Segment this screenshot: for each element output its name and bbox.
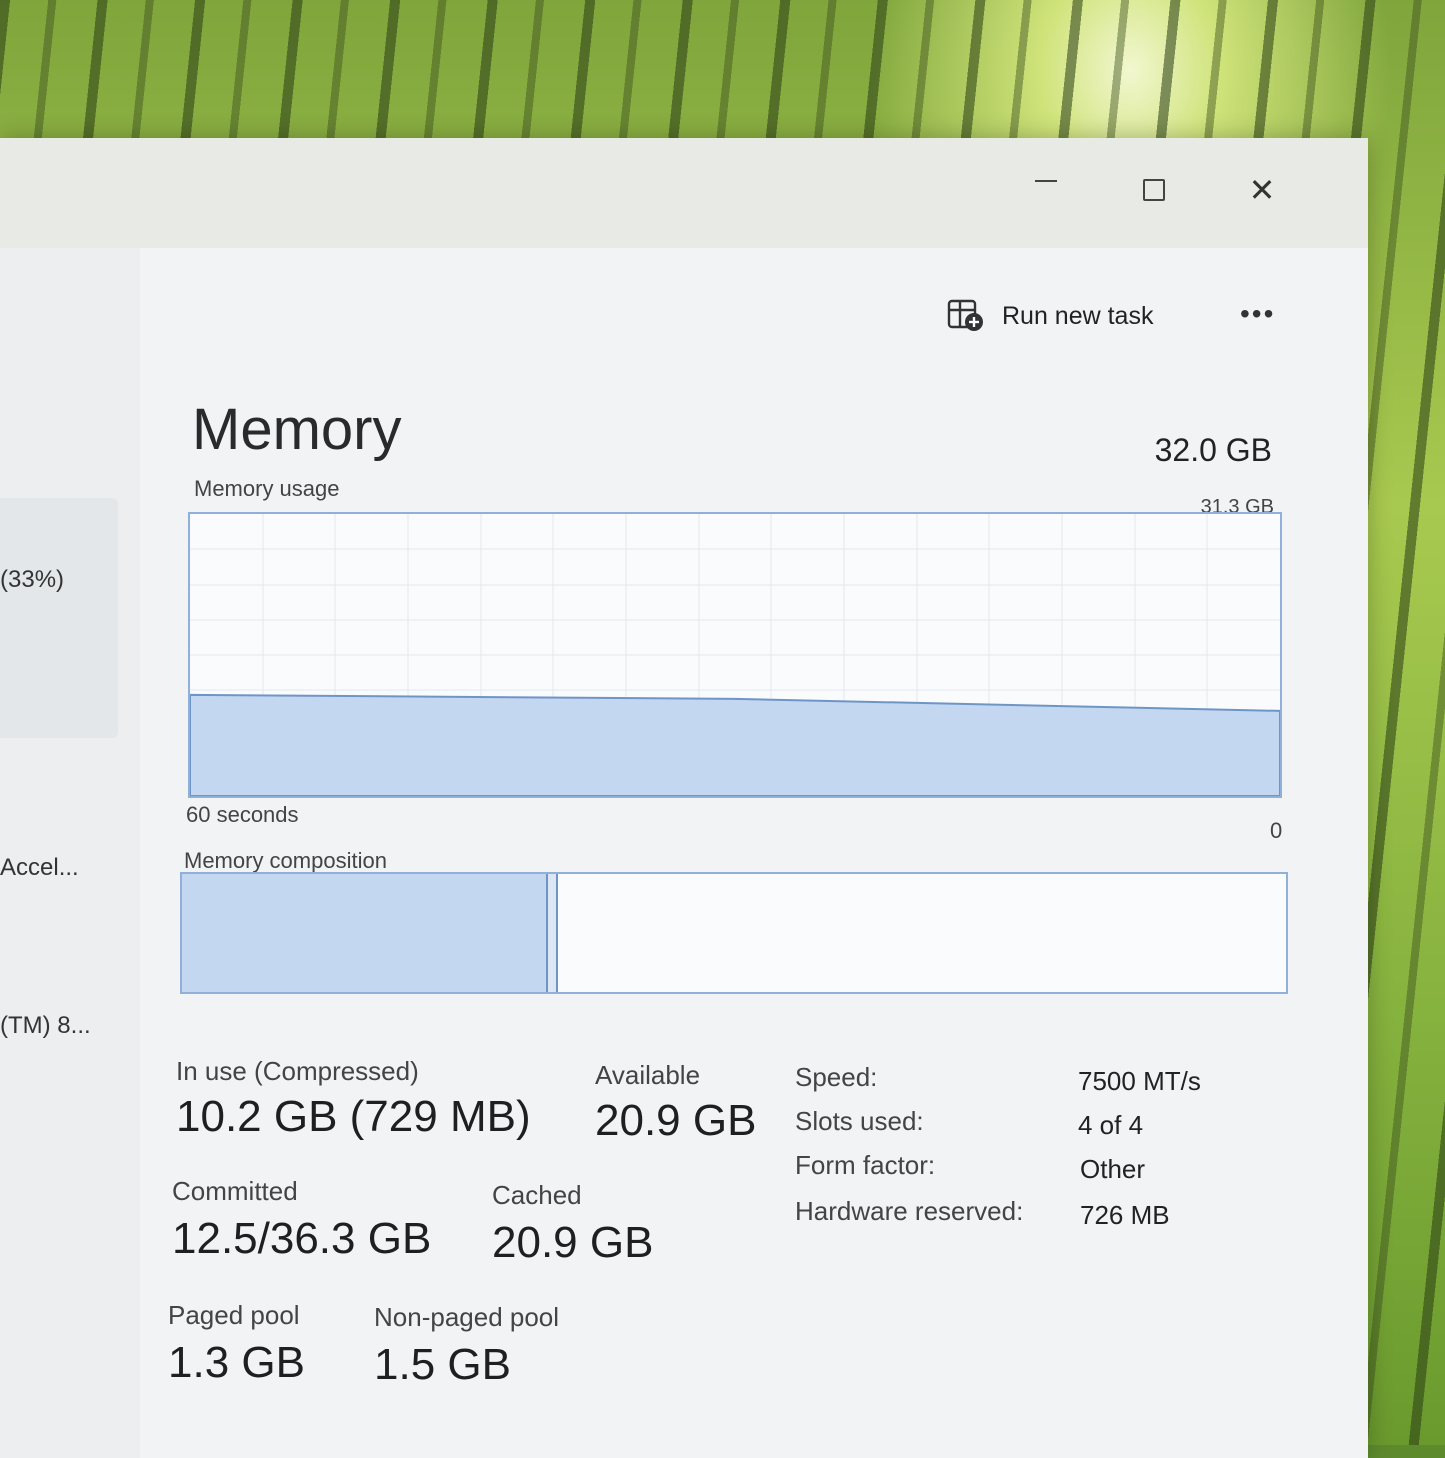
form-factor-label: Form factor:: [795, 1150, 936, 1180]
in-use-value: 10.2 GB (729 MB): [176, 1092, 531, 1141]
slots-used-value: 4 of 4: [1078, 1110, 1144, 1140]
composition-in-use-segment[interactable]: [182, 874, 548, 992]
sidebar-item-cpu-model[interactable]: (TM) 8...: [0, 1012, 91, 1040]
close-icon: ✕: [1248, 172, 1276, 208]
memory-usage-graph: [188, 512, 1282, 798]
maximize-button[interactable]: [1124, 164, 1184, 216]
memory-panel: Run new task ••• Memory 32.0 GB Memory u…: [140, 248, 1368, 1458]
task-manager-window: ✕ (33%) Accel... (TM) 8... Run new task …: [0, 138, 1368, 1458]
run-new-task-label: Run new task: [1002, 301, 1154, 330]
minimize-icon: [1035, 180, 1057, 182]
performance-sidebar: (33%) Accel... (TM) 8...: [0, 248, 140, 1458]
sidebar-item-memory[interactable]: [0, 498, 118, 738]
memory-usage-area: [190, 693, 1280, 796]
memory-usage-label: Memory usage: [194, 476, 340, 501]
title-bar[interactable]: ✕: [0, 138, 1368, 248]
memory-composition-label: Memory composition: [184, 848, 387, 873]
run-new-task-button[interactable]: Run new task: [946, 294, 1153, 338]
non-paged-pool-label: Non-paged pool: [374, 1302, 560, 1332]
minimize-button[interactable]: [1016, 164, 1076, 216]
page-title: Memory: [192, 397, 402, 462]
slots-used-label: Slots used:: [795, 1106, 924, 1136]
total-memory: 32.0 GB: [1154, 432, 1272, 468]
more-options-button[interactable]: •••: [1240, 298, 1275, 330]
close-button[interactable]: ✕: [1232, 164, 1292, 216]
paged-pool-label: Paged pool: [168, 1300, 300, 1330]
composition-modified-segment[interactable]: [548, 874, 558, 992]
form-factor-value: Other: [1080, 1154, 1146, 1184]
graph-zero-label: 0: [1270, 818, 1283, 843]
hardware-reserved-value: 726 MB: [1080, 1200, 1170, 1230]
speed-value: 7500 MT/s: [1078, 1066, 1201, 1096]
committed-label: Committed: [172, 1176, 298, 1206]
in-use-label: In use (Compressed): [176, 1056, 419, 1086]
non-paged-pool-value: 1.5 GB: [374, 1340, 511, 1389]
sidebar-item-memory-percent[interactable]: (33%): [0, 566, 64, 594]
cached-label: Cached: [492, 1180, 582, 1210]
cached-value: 20.9 GB: [492, 1218, 654, 1267]
available-value: 20.9 GB: [595, 1096, 757, 1145]
available-label: Available: [595, 1060, 701, 1090]
graph-time-label: 60 seconds: [186, 802, 299, 827]
maximize-icon: [1143, 179, 1165, 201]
speed-label: Speed:: [795, 1062, 878, 1092]
hardware-reserved-label: Hardware reserved:: [795, 1196, 1024, 1226]
run-task-icon: [947, 299, 983, 331]
paged-pool-value: 1.3 GB: [168, 1338, 305, 1387]
memory-composition-bar: [180, 872, 1288, 994]
committed-value: 12.5/36.3 GB: [172, 1214, 432, 1263]
sidebar-item-accelerator[interactable]: Accel...: [0, 854, 79, 882]
